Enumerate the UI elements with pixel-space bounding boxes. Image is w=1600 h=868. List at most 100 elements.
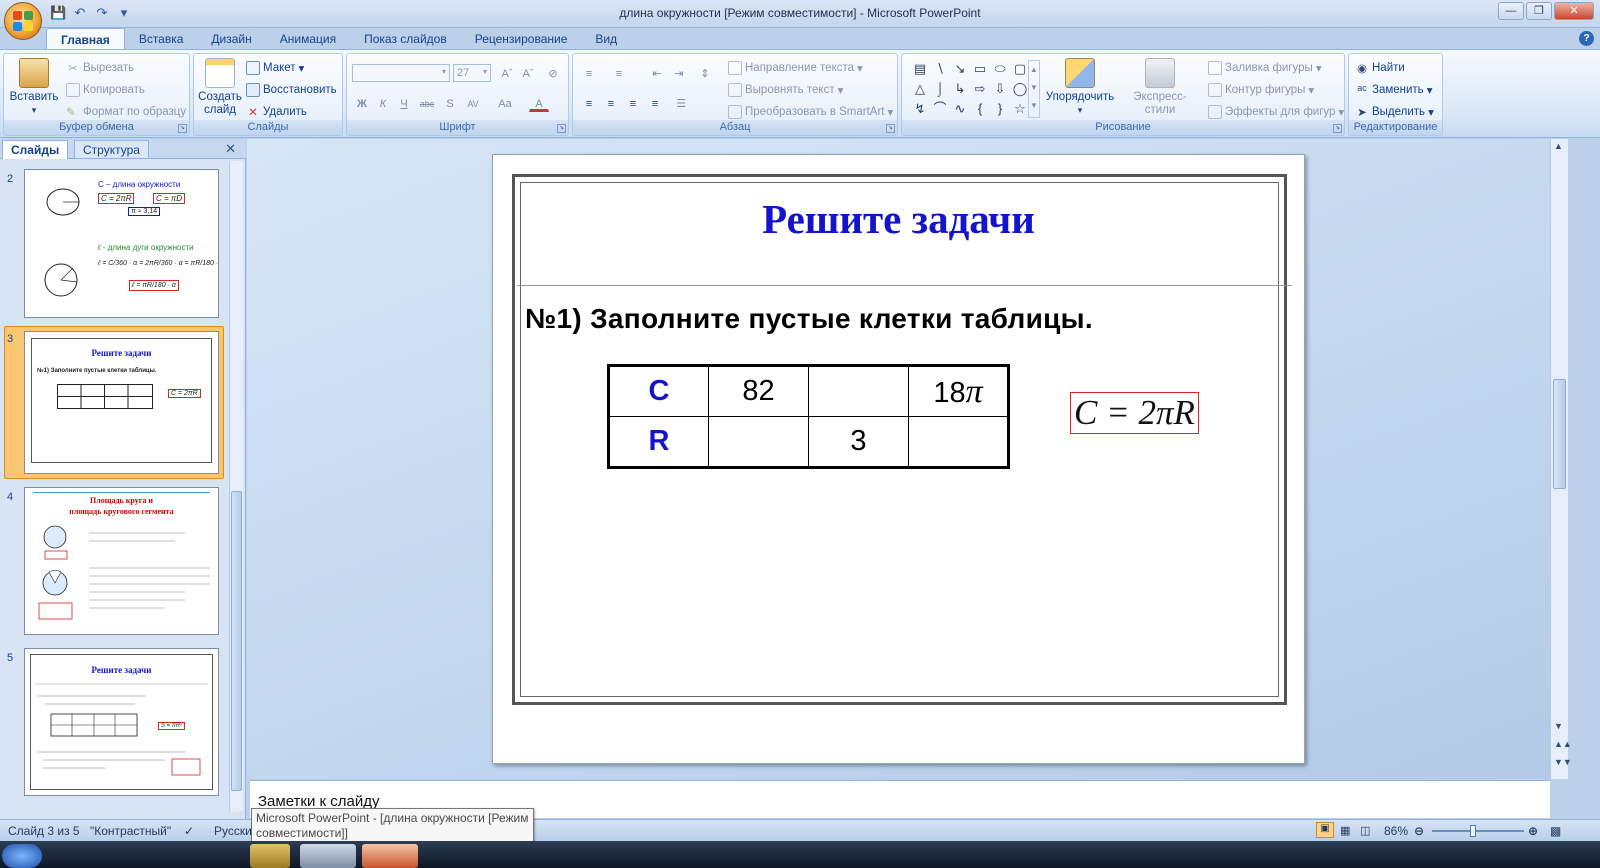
tab-home[interactable]: Главная [46,28,125,50]
callout-shape-icon[interactable]: ◯ [1010,80,1030,98]
align-right-icon[interactable]: ≡ [623,94,643,112]
line-shape-icon[interactable]: ∖ [930,60,950,78]
tab-view[interactable]: Вид [581,28,631,50]
paste-button[interactable]: Вставить ▾ [8,58,60,117]
thumbnail-scrollbar[interactable] [229,161,243,811]
slide-thumbnail-3[interactable]: Решите задачи №1) Заполните пустые клетк… [24,331,219,474]
tab-design[interactable]: Дизайн [197,28,265,50]
columns-icon[interactable]: ☰ [671,94,691,112]
zoom-in-icon[interactable]: ⊕ [1528,824,1538,838]
underline-icon[interactable]: Ч [394,94,414,112]
strikethrough-icon[interactable]: abc [417,94,437,112]
slide-thumbnail-5[interactable]: Решите задачи S = πR² [24,648,219,796]
gallery-more-icon[interactable]: ▲ ▼ ▼ [1028,60,1040,118]
table-cell[interactable] [808,365,909,417]
scroll-down-icon[interactable]: ▼ [1554,721,1563,731]
freeform-shape-icon[interactable]: ↯ [910,100,930,118]
task-text[interactable]: №1) Заполните пустые клетки таблицы. [525,303,1093,335]
connector-shape-icon[interactable]: ⌡ [930,80,950,98]
decrease-indent-icon[interactable]: ⇤ [647,64,667,82]
arrow-line-shape-icon[interactable]: ↘ [950,60,970,78]
curve-shape-icon[interactable]: ∿ [950,100,970,118]
taskbar-item[interactable] [250,844,290,868]
zoom-level[interactable]: 86% [1384,824,1408,838]
tab-slideshow[interactable]: Показ слайдов [350,28,461,50]
close-icon[interactable]: ✕ [225,141,236,157]
tab-slides[interactable]: Слайды [2,140,69,159]
minimize-icon[interactable]: — [1498,2,1524,20]
fit-to-window-icon[interactable]: ▩ [1550,824,1561,838]
slide-title[interactable]: Решите задачи [493,195,1304,243]
tab-review[interactable]: Рецензирование [461,28,582,50]
right-brace-shape-icon[interactable]: } [990,100,1010,118]
tab-outline[interactable]: Структура [74,140,149,159]
italic-icon[interactable]: К [373,94,393,112]
oval-shape-icon[interactable]: ⬭ [990,60,1010,78]
copy-button[interactable]: Копировать [66,83,145,97]
office-button[interactable] [4,2,42,40]
font-color-icon[interactable]: A [529,94,549,112]
shape-outline-button[interactable]: Контур фигуры ▾ [1208,83,1314,97]
reset-button[interactable]: Восстановить [246,83,337,97]
fill-table[interactable]: C 82 18π R 3 [607,364,1010,469]
triangle-shape-icon[interactable]: △ [910,80,930,98]
font-name-select[interactable]: ▾ [352,64,450,82]
new-slide-button[interactable]: Создать слайд [197,58,243,117]
scroll-up-icon[interactable]: ▲ [1554,141,1563,151]
line-spacing-icon[interactable]: ⇕ [695,64,715,82]
justify-icon[interactable]: ≡ [645,94,665,112]
shadow-icon[interactable]: S [440,94,460,112]
normal-view-icon[interactable]: ▣ [1316,822,1334,838]
zoom-out-icon[interactable]: ⊖ [1414,824,1424,838]
help-icon[interactable]: ? [1579,31,1594,46]
align-center-icon[interactable]: ≡ [601,94,621,112]
rectangle-shape-icon[interactable]: ▭ [970,60,990,78]
text-direction-button[interactable]: Направление текста ▾ [728,61,863,75]
slide-canvas[interactable]: Решите задачи №1) Заполните пустые клетк… [492,154,1305,764]
format-painter-button[interactable]: ✎ Формат по образцу [66,105,186,119]
smartart-button[interactable]: Преобразовать в SmartArt ▾ [728,105,893,119]
tab-animation[interactable]: Анимация [266,28,350,50]
vertical-scrollbar[interactable]: ▲ ▼ ▲▲ ▼▼ [1550,139,1572,779]
layout-button[interactable]: Макет ▾ [246,61,304,75]
align-text-button[interactable]: Выровнять текст ▾ [728,83,843,97]
taskbar-item[interactable] [300,844,356,868]
shape-effects-button[interactable]: Эффекты для фигур ▾ [1208,105,1344,119]
dialog-launcher-icon[interactable]: ↘ [1333,124,1342,133]
increase-indent-icon[interactable]: ⇥ [669,64,689,82]
close-icon[interactable]: ✕ [1554,2,1594,20]
replace-button[interactable]: ac Заменить ▾ [1355,83,1432,97]
dialog-launcher-icon[interactable]: ↘ [886,124,895,133]
spellcheck-icon[interactable]: ✓ [184,824,194,838]
bold-icon[interactable]: Ж [352,94,372,112]
formula-box[interactable]: C = 2πR [1070,392,1199,434]
char-spacing-icon[interactable]: AV [463,94,483,112]
table-cell[interactable] [708,416,809,468]
slide-thumbnail-2[interactable]: C – длина окружности C = 2πR C = πD π ≈ … [24,169,219,318]
table-cell[interactable]: 3 [808,416,909,468]
textbox-shape-icon[interactable]: ▤ [910,60,930,78]
bullets-icon[interactable]: ≡ [579,64,599,82]
dialog-launcher-icon[interactable]: ↘ [178,124,187,133]
align-left-icon[interactable]: ≡ [579,94,599,112]
table-cell[interactable]: 18π [908,365,1009,417]
right-arrow-shape-icon[interactable]: ⇨ [970,80,990,98]
zoom-slider-thumb[interactable] [1470,825,1476,837]
table-cell[interactable]: C [608,365,709,417]
table-cell[interactable] [908,416,1009,468]
numbering-icon[interactable]: ≡ [609,64,629,82]
scrollbar-thumb[interactable] [1553,379,1566,489]
zoom-slider[interactable] [1432,825,1524,837]
table-cell[interactable]: R [608,416,709,468]
find-button[interactable]: ◉ Найти [1355,61,1405,75]
shapes-gallery[interactable]: ▤ ∖ ↘ ▭ ⬭ ▢ △ ⌡ ↳ ⇨ ⇩ ◯ ↯ ⌒ ∿{} ☆ [910,60,1030,118]
star-shape-icon[interactable]: ☆ [1010,100,1030,118]
left-brace-shape-icon[interactable]: { [970,100,990,118]
arc-shape-icon[interactable]: ⌒ [930,100,950,118]
cut-button[interactable]: ✂ Вырезать [66,61,134,75]
maximize-icon[interactable]: ❐ [1526,2,1552,20]
sorter-view-icon[interactable]: ▦ [1340,824,1350,837]
slideshow-view-icon[interactable]: ◫ [1360,824,1370,837]
elbow-shape-icon[interactable]: ↳ [950,80,970,98]
arrange-button[interactable]: Упорядочить ▾ [1044,58,1116,117]
